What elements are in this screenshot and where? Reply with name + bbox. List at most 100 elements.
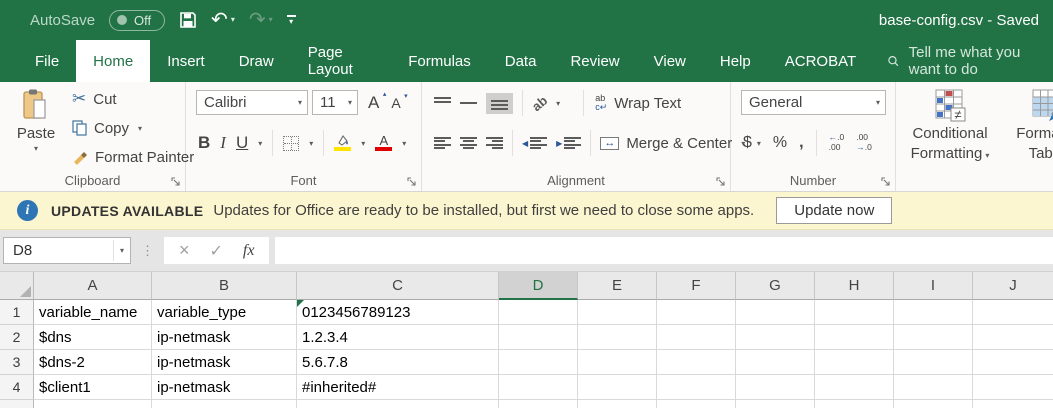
column-header-B[interactable]: B	[152, 272, 297, 300]
paste-button[interactable]: Paste ▾	[8, 88, 64, 170]
column-header-E[interactable]: E	[578, 272, 657, 300]
row-header-4[interactable]: 4	[0, 375, 34, 400]
cell-E1[interactable]	[578, 300, 657, 325]
italic-button[interactable]: I	[220, 133, 226, 153]
font-dialog-launcher-icon[interactable]	[407, 177, 417, 187]
format-as-table-button[interactable]: Format as Table▾	[1002, 88, 1053, 166]
cell-A5[interactable]	[34, 400, 152, 408]
formula-input[interactable]	[275, 237, 1053, 264]
cell-H5[interactable]	[815, 400, 894, 408]
decrease-decimal-icon[interactable]: .00 →.0	[856, 133, 872, 153]
cell-F4[interactable]	[657, 375, 736, 400]
row-header-3[interactable]: 3	[0, 350, 34, 375]
cell-I1[interactable]	[894, 300, 973, 325]
cell-H4[interactable]	[815, 375, 894, 400]
underline-button[interactable]: U	[236, 133, 248, 153]
cell-C4[interactable]: #inherited#	[297, 375, 499, 400]
cell-I5[interactable]	[894, 400, 973, 408]
cancel-icon[interactable]: ×	[179, 240, 190, 261]
borders-icon[interactable]	[283, 136, 299, 151]
increase-font-size-button[interactable]: A▴	[368, 93, 379, 113]
cell-A3[interactable]: $dns-2	[34, 350, 152, 375]
cell-B3[interactable]: ip-netmask	[152, 350, 297, 375]
column-header-F[interactable]: F	[657, 272, 736, 300]
cell-D3[interactable]	[499, 350, 578, 375]
cell-A4[interactable]: $client1	[34, 375, 152, 400]
align-left-icon[interactable]	[434, 137, 451, 150]
decrease-font-size-button[interactable]: A▾	[391, 95, 400, 111]
bold-button[interactable]: B	[198, 133, 210, 153]
cell-E3[interactable]	[578, 350, 657, 375]
cell-B4[interactable]: ip-netmask	[152, 375, 297, 400]
orientation-icon[interactable]: ab	[529, 92, 550, 113]
row-header-1[interactable]: 1	[0, 300, 34, 325]
accounting-caret-icon[interactable]: ▾	[757, 139, 761, 148]
cell-F1[interactable]	[657, 300, 736, 325]
undo-icon[interactable]: ↶▾	[211, 10, 235, 30]
cell-G2[interactable]	[736, 325, 815, 350]
decrease-indent-button[interactable]: ◀	[522, 137, 547, 150]
format-painter-button[interactable]: Format Painter	[72, 146, 194, 168]
cell-H1[interactable]	[815, 300, 894, 325]
cell-J5[interactable]	[973, 400, 1053, 408]
cell-E4[interactable]	[578, 375, 657, 400]
cell-D2[interactable]	[499, 325, 578, 350]
save-icon[interactable]	[179, 11, 197, 29]
customize-qat-icon[interactable]: ▾	[287, 15, 296, 26]
enter-icon[interactable]: ✓	[210, 241, 223, 261]
font-color-button[interactable]: A	[375, 135, 392, 151]
tab-home[interactable]: Home	[76, 40, 150, 82]
cell-I4[interactable]	[894, 375, 973, 400]
increase-decimal-icon[interactable]: ←.0 .00	[829, 133, 845, 153]
column-header-A[interactable]: A	[34, 272, 152, 300]
cell-G3[interactable]	[736, 350, 815, 375]
tab-data[interactable]: Data	[488, 40, 554, 82]
name-box-caret-icon[interactable]: ▾	[113, 240, 130, 261]
name-box[interactable]: D8 ▾	[3, 237, 131, 264]
autosave-toggle[interactable]: Off	[109, 10, 165, 31]
cell-G4[interactable]	[736, 375, 815, 400]
cell-C5[interactable]	[297, 400, 499, 408]
row-header-2[interactable]: 2	[0, 325, 34, 350]
conditional-formatting-button[interactable]: ≠ Conditional Formatting▾	[902, 88, 998, 166]
column-header-H[interactable]: H	[815, 272, 894, 300]
column-header-D-selected[interactable]: D	[499, 272, 578, 300]
underline-caret-icon[interactable]: ▾	[258, 139, 262, 148]
cell-J3[interactable]	[973, 350, 1053, 375]
column-header-G[interactable]: G	[736, 272, 815, 300]
insert-function-icon[interactable]: fx	[243, 242, 255, 260]
tab-view[interactable]: View	[637, 40, 703, 82]
tab-insert[interactable]: Insert	[150, 40, 222, 82]
borders-caret-icon[interactable]: ▾	[309, 139, 313, 148]
font-name-combo[interactable]: Calibri ▾	[196, 90, 308, 115]
cell-J2[interactable]	[973, 325, 1053, 350]
wrap-text-button[interactable]: abc↵ Wrap Text	[595, 92, 681, 114]
cell-D1[interactable]	[499, 300, 578, 325]
percent-style-button[interactable]: %	[773, 134, 787, 152]
fill-color-caret-icon[interactable]: ▾	[361, 139, 365, 148]
select-all-button[interactable]	[0, 272, 34, 300]
tab-formulas[interactable]: Formulas	[391, 40, 488, 82]
cell-F2[interactable]	[657, 325, 736, 350]
tab-help[interactable]: Help	[703, 40, 768, 82]
cell-E2[interactable]	[578, 325, 657, 350]
cell-D4[interactable]	[499, 375, 578, 400]
cell-A1[interactable]: variable_name	[34, 300, 152, 325]
tab-file[interactable]: File	[18, 40, 76, 82]
tab-acrobat[interactable]: ACROBAT	[768, 40, 873, 82]
tab-page-layout[interactable]: Page Layout	[291, 40, 392, 82]
cell-C1[interactable]: 0123456789123	[297, 300, 499, 325]
column-header-J[interactable]: J	[973, 272, 1053, 300]
update-now-button[interactable]: Update now	[776, 197, 892, 224]
cell-F5[interactable]	[657, 400, 736, 408]
cell-D5[interactable]	[499, 400, 578, 408]
formula-bar-drag-handle[interactable]: ⋮	[141, 243, 154, 259]
redo-icon[interactable]: ↷▾	[249, 10, 273, 30]
cell-I2[interactable]	[894, 325, 973, 350]
cell-A2[interactable]: $dns	[34, 325, 152, 350]
font-size-combo[interactable]: 11 ▾	[312, 90, 358, 115]
align-middle-icon[interactable]	[460, 97, 477, 110]
fill-color-button[interactable]	[334, 135, 351, 151]
cell-B2[interactable]: ip-netmask	[152, 325, 297, 350]
cell-F3[interactable]	[657, 350, 736, 375]
